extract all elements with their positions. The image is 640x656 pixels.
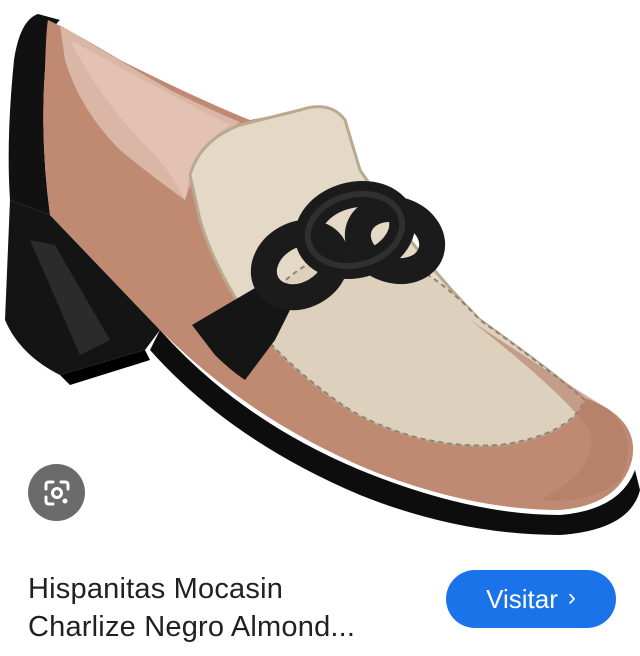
product-title-line2: Charlize Negro Almond...	[28, 611, 356, 643]
image-result-screen: Hispanitas Mocasin Charlize Negro Almond…	[0, 0, 640, 656]
loafer-shoe-illustration	[5, 14, 640, 535]
product-image[interactable]	[0, 0, 640, 555]
google-lens-button[interactable]	[28, 464, 85, 521]
product-title[interactable]: Hispanitas Mocasin Charlize Negro Almond…	[28, 570, 428, 646]
product-title-line1: Hispanitas Mocasin	[28, 573, 284, 605]
chevron-right-icon: ›	[567, 584, 576, 611]
google-lens-icon	[44, 480, 69, 505]
visit-button[interactable]: Visitar ›	[446, 570, 616, 628]
visit-button-label: Visitar	[486, 583, 558, 614]
